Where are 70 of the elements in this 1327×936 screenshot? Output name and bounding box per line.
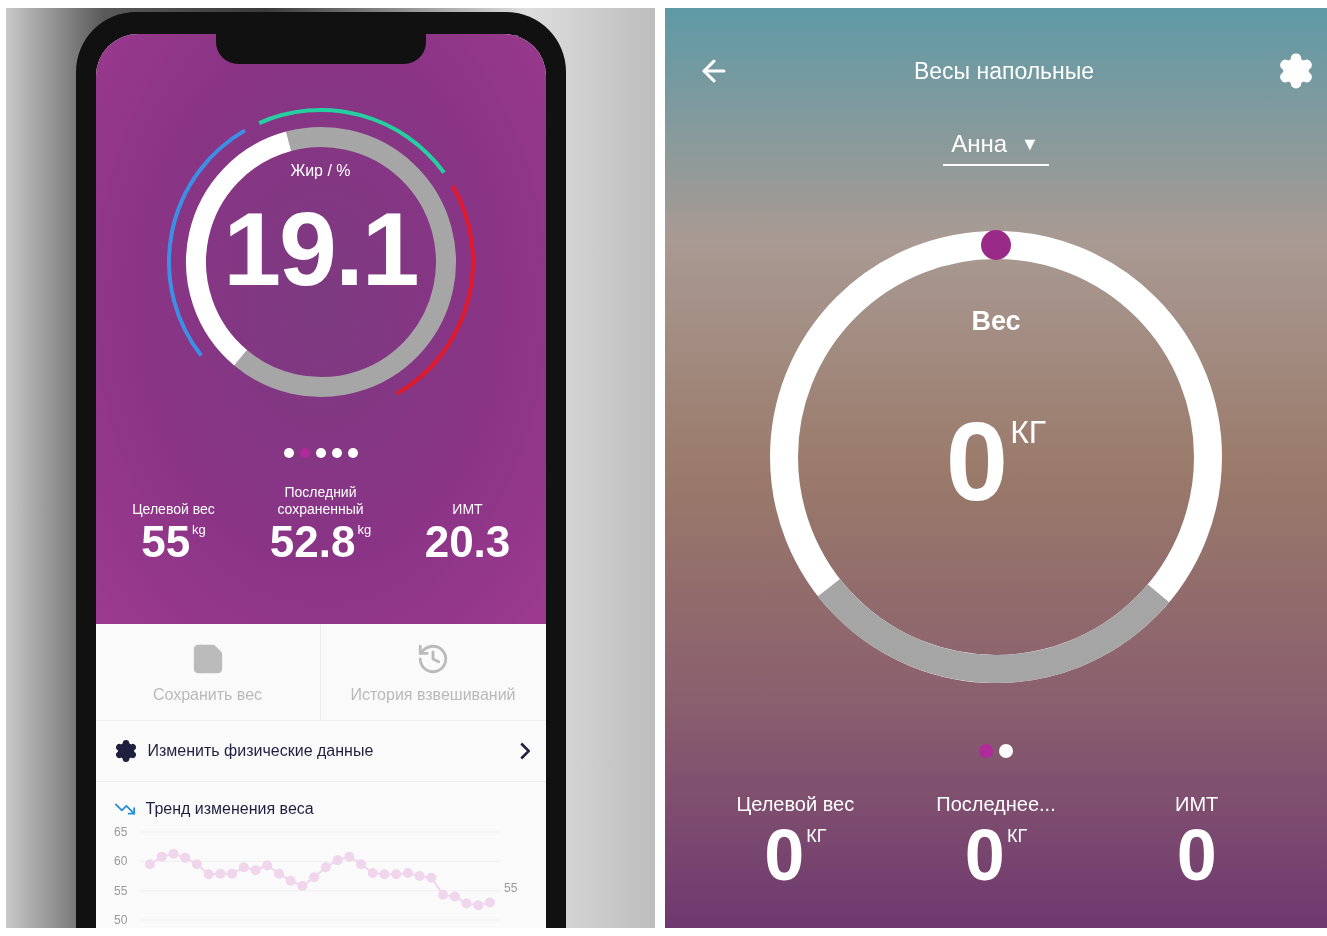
data-point bbox=[472, 900, 483, 911]
unit-label: КГ bbox=[1010, 414, 1047, 452]
data-point bbox=[156, 851, 167, 862]
data-point bbox=[144, 859, 155, 870]
data-point bbox=[320, 862, 331, 873]
settings-icon bbox=[113, 739, 138, 763]
gauge-value: 19.1 bbox=[222, 190, 419, 309]
axis-tick-label: 65 bbox=[113, 825, 127, 839]
weight-value: 0 bbox=[945, 400, 1009, 524]
page-dot[interactable] bbox=[999, 744, 1013, 758]
settings-button[interactable] bbox=[1277, 52, 1315, 90]
page-dot[interactable] bbox=[331, 448, 342, 458]
page-dot[interactable] bbox=[283, 448, 294, 458]
stat-label: ИМТ bbox=[452, 500, 483, 518]
data-point bbox=[414, 871, 425, 881]
data-point bbox=[379, 869, 389, 880]
data-point bbox=[343, 851, 354, 862]
stat-value: 0 bbox=[964, 816, 1005, 896]
page-dot[interactable] bbox=[979, 744, 993, 758]
axis-tick-label: 55 bbox=[113, 883, 127, 898]
stat-label: Последний сохраненный bbox=[276, 484, 365, 518]
data-point bbox=[449, 891, 460, 902]
data-point bbox=[367, 868, 378, 879]
data-point bbox=[425, 872, 436, 883]
data-point bbox=[214, 868, 225, 879]
page-dot[interactable] bbox=[315, 448, 326, 458]
data-point bbox=[238, 862, 249, 873]
stat-label: ИМТ bbox=[1175, 792, 1219, 816]
data-point bbox=[179, 852, 190, 863]
screen-title: Весы напольные bbox=[913, 57, 1095, 85]
data-point bbox=[273, 868, 284, 879]
data-point bbox=[390, 869, 401, 880]
data-point bbox=[461, 898, 472, 909]
stat-label: Целевой вес bbox=[132, 500, 215, 518]
stat-value: 55 bbox=[141, 517, 191, 566]
data-point bbox=[332, 855, 343, 866]
unit-label: КГ bbox=[1006, 826, 1028, 847]
data-point bbox=[308, 872, 319, 883]
page-dot[interactable] bbox=[299, 448, 310, 458]
data-point bbox=[250, 865, 260, 876]
stat-label: Целевой вес bbox=[736, 792, 855, 816]
axis-tick-label: 60 bbox=[113, 854, 127, 869]
gauge-label: Жир / % bbox=[289, 162, 352, 180]
user-dropdown[interactable]: Анна ▼ bbox=[943, 130, 1049, 166]
unit-label: kg bbox=[357, 521, 372, 537]
unit-label: КГ bbox=[806, 826, 827, 847]
data-point bbox=[402, 868, 413, 879]
unit-label: kg bbox=[192, 521, 206, 537]
data-point bbox=[285, 875, 296, 886]
data-point bbox=[437, 889, 448, 900]
stat-value: 0 bbox=[1176, 816, 1217, 896]
page-dot[interactable] bbox=[347, 448, 358, 458]
menu-item[interactable]: Изменить физические данные bbox=[95, 720, 546, 781]
stat-value: 0 bbox=[764, 816, 805, 896]
data-point bbox=[203, 869, 214, 880]
stat-value: 52.8 bbox=[269, 517, 356, 566]
gauge-label: Вес bbox=[970, 306, 1022, 337]
data-point bbox=[484, 897, 495, 908]
data-point bbox=[191, 859, 202, 870]
data-point bbox=[355, 859, 366, 870]
data-point bbox=[167, 848, 178, 859]
data-point bbox=[296, 880, 307, 891]
history-icon bbox=[416, 642, 450, 676]
menu-item[interactable]: Тренд изменения веса bbox=[95, 781, 546, 824]
target-label: 55 bbox=[503, 881, 517, 895]
data-point bbox=[261, 860, 272, 871]
stat-label: Последнее... bbox=[936, 792, 1056, 816]
axis-tick-label: 50 bbox=[113, 913, 127, 927]
stat-value: 20.3 bbox=[424, 517, 511, 566]
data-point bbox=[226, 868, 237, 879]
